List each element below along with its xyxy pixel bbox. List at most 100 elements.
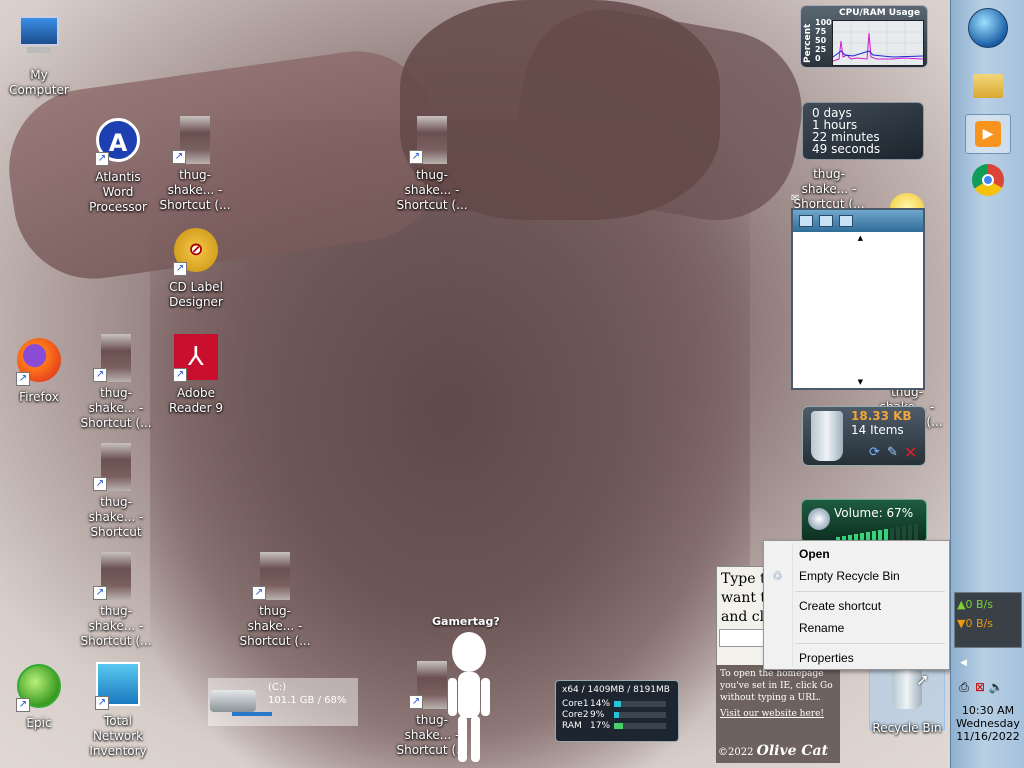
- cpu-ram-title: CPU/RAM Usage: [839, 8, 921, 18]
- desktop-icon-recycle-bin[interactable]: Recycle Bin: [869, 664, 945, 735]
- sysinfo-row: Core29%: [562, 710, 672, 721]
- desktop-icon-cd-label-designer[interactable]: ⊘ ↗ CD Label Designer: [158, 226, 234, 310]
- olive-prompt-line1: Type th: [721, 571, 765, 587]
- volume-bar: [902, 526, 906, 541]
- desktop-icon-thug-shortcut-6[interactable]: ↗ thug-shake... - Shortcut (...: [237, 552, 313, 649]
- net-download: 0 B/s: [965, 617, 993, 630]
- olive-brand: ©2022 Olive Cat: [718, 743, 829, 759]
- olive-website-link[interactable]: Visit our website here!: [720, 708, 836, 720]
- drive-usage-bar: [232, 712, 272, 716]
- firefox-icon: ↗: [16, 338, 62, 386]
- avatar-silhouette[interactable]: [444, 630, 494, 766]
- menu-properties[interactable]: Properties: [766, 647, 947, 669]
- desktop-icon-thug-shortcut-4[interactable]: ↗ thug-shake... - Shortcut: [78, 443, 154, 540]
- network-meter-gadget[interactable]: ▲0 B/s ▼0 B/s: [954, 592, 1022, 648]
- olive-prompt-line2: want to: [721, 590, 765, 606]
- cd-icon: ⊘ ↗: [173, 228, 219, 276]
- desktop-icon-total-network-inventory[interactable]: ↗ Total Network Inventory: [80, 662, 156, 759]
- sysinfo-row: RAM 17%: [562, 721, 672, 732]
- sysinfo-header: x64 / 1409MB / 8191MB: [562, 685, 670, 695]
- taskbar: ▶: [950, 0, 1024, 768]
- start-button[interactable]: [968, 8, 1008, 48]
- olive-info: To open the homepage you've set in IE, c…: [720, 669, 833, 703]
- drive-gadget[interactable]: (C:) 101.1 GB / 68%: [208, 678, 358, 726]
- net-upload: 0 B/s: [965, 598, 993, 611]
- system-info-gadget[interactable]: x64 / 1409MB / 8191MB Core114% Core29% R…: [555, 680, 679, 742]
- ram-meter: [614, 722, 666, 729]
- feed-gadget[interactable]: ▲ ▼: [791, 208, 925, 390]
- desktop-icon-epic[interactable]: ↗ Epic: [1, 662, 77, 731]
- refresh-icon[interactable]: ⟳: [869, 445, 880, 460]
- clock-day: Wednesday: [956, 717, 1020, 730]
- empty-bin-icon[interactable]: ✕: [904, 443, 917, 462]
- menu-rename[interactable]: Rename: [766, 617, 947, 639]
- network-disconnected-icon[interactable]: ⊠: [972, 680, 988, 694]
- drive-usage: 101.1 GB / 68%: [268, 695, 347, 706]
- folder-icon: [973, 74, 1003, 98]
- cpu-ram-gadget[interactable]: CPU/RAM Usage Percent 100 75 50 25 0: [800, 5, 928, 68]
- thumbnail-icon: ↗: [93, 443, 139, 491]
- chrome-icon: [972, 164, 1004, 196]
- desktop-icon-thug-shortcut-2[interactable]: ↗ thug-shake... - Shortcut (...: [394, 116, 470, 213]
- epic-browser-icon: ↗: [16, 664, 62, 712]
- options-icon[interactable]: ✎: [887, 445, 898, 460]
- olive-prompt-line3: and clic: [721, 609, 765, 625]
- desktop-icon-firefox[interactable]: ↗ Firefox: [1, 336, 77, 405]
- drive-letter: (C:): [268, 682, 287, 693]
- menu-separator: [795, 643, 945, 644]
- mail-icon: ✉: [791, 193, 800, 204]
- volume-gadget[interactable]: Volume: 67%: [801, 499, 927, 543]
- media-player-icon: ▶: [975, 121, 1001, 147]
- feed-toolbar: [793, 210, 923, 232]
- thumbnail-icon: ↗: [252, 552, 298, 600]
- menu-open[interactable]: Open: [766, 543, 947, 565]
- desktop-icon-thug-shortcut-3[interactable]: ↗ thug-shake... - Shortcut (...: [78, 334, 154, 431]
- cpu-ram-plot: [832, 20, 924, 66]
- uptime-seconds: 49 seconds: [812, 142, 881, 156]
- thumbnail-icon: ↗: [93, 552, 139, 600]
- recycle-items: 14 Items: [851, 423, 904, 437]
- taskbar-clock[interactable]: 10:30 AM Wednesday 11/16/2022: [954, 704, 1022, 743]
- desktop-icon-thug-shortcut-1[interactable]: ↗ thug-shake... - Shortcut (...: [157, 116, 233, 213]
- gamertag-label[interactable]: Gamertag?: [432, 615, 500, 628]
- taskbar-media-player[interactable]: ▶: [965, 114, 1011, 154]
- cpu-ram-ylabel: Percent: [803, 23, 813, 63]
- volume-bar: [908, 525, 912, 541]
- speaker-tray-icon[interactable]: 🔈: [988, 680, 1004, 694]
- thumbnail-icon: ↗: [93, 334, 139, 382]
- adobe-reader-icon: ⅄ ↗: [173, 334, 219, 382]
- volume-label: Volume: 67%: [834, 506, 914, 520]
- menu-empty-recycle-bin[interactable]: Empty Recycle Bin: [766, 565, 947, 587]
- cpu-ram-ticks: 100 75 50 25 0: [815, 18, 832, 63]
- volume-bars[interactable]: [836, 524, 920, 541]
- menu-create-shortcut[interactable]: Create shortcut: [766, 595, 947, 617]
- desktop-icon-atlantis[interactable]: A ↗ Atlantis Word Processor: [80, 116, 156, 215]
- clock-date: 11/16/2022: [956, 730, 1020, 743]
- desktop-icon-adobe-reader[interactable]: ⅄ ↗ Adobe Reader 9: [158, 334, 234, 416]
- system-tray: ⎙ ⊠ 🔈: [956, 680, 1022, 698]
- sysinfo-row: Core114%: [562, 699, 672, 710]
- thumbnail-icon: ↗: [172, 116, 218, 164]
- computer-icon: [16, 16, 62, 64]
- taskbar-explorer[interactable]: [965, 66, 1011, 106]
- scroll-down-icon[interactable]: ▼: [858, 378, 863, 386]
- speaker-icon: [808, 508, 830, 530]
- recycle-size: 18.33 KB: [851, 409, 912, 423]
- desktop-icon-thug-shortcut-5[interactable]: ↗ thug-shake... - Shortcut (...: [78, 552, 154, 649]
- action-center-icon[interactable]: ⎙: [956, 680, 972, 695]
- recycle-bin-icon: [811, 411, 843, 461]
- uptime-gadget[interactable]: 0 days 1 hours 22 minutes 49 seconds: [802, 102, 924, 160]
- scroll-up-icon[interactable]: ▲: [858, 234, 863, 242]
- core2-meter: [614, 711, 666, 718]
- volume-bar: [896, 527, 900, 541]
- atlantis-icon: A ↗: [95, 118, 141, 166]
- recycle-gadget[interactable]: 18.33 KB 14 Items ⟳ ✎ ✕: [802, 406, 926, 466]
- recycle-bin-context-menu: Open ♲ Empty Recycle Bin Create shortcut…: [763, 540, 950, 670]
- show-hidden-icons-chevron-icon[interactable]: ◀: [960, 658, 967, 668]
- olive-footer: To open the homepage you've set in IE, c…: [716, 665, 840, 763]
- desktop-icon-my-computer[interactable]: My Computer: [1, 10, 77, 98]
- olive-url-input[interactable]: [719, 629, 765, 647]
- thumbnail-icon: ↗: [409, 116, 455, 164]
- clock-time: 10:30 AM: [961, 704, 1015, 717]
- taskbar-chrome[interactable]: [965, 160, 1011, 200]
